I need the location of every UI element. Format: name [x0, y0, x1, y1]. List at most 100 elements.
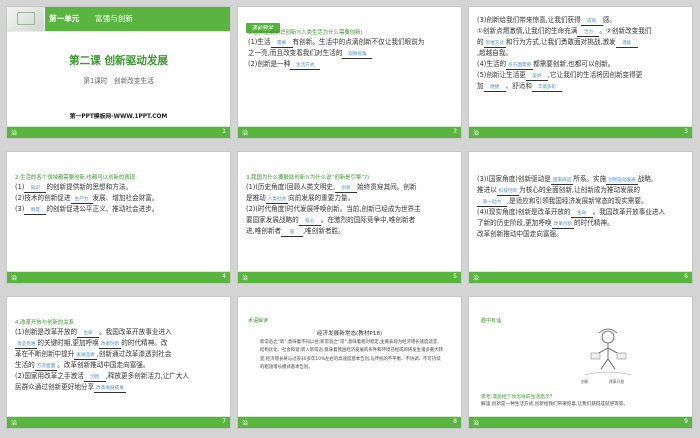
answer-line: (1)创新是改革开放的 生命 。我国改革开放事业进入 — [15, 328, 172, 339]
slide-thumbnail-9[interactable]: 趣中有话 创新 改革开放 思考:漫画给了你怎样的生活启示? 解读:创新是一种生活… — [468, 296, 693, 429]
answer-blank: 生命 — [570, 210, 593, 218]
answer-blank: 生命 — [77, 330, 100, 339]
answer-blank: 需要 — [270, 40, 293, 49]
answer-blank: 科技创新 — [496, 189, 520, 196]
answer-blank: 人类社会 — [265, 197, 289, 205]
slide-thumbnail-4[interactable]: 2.生活的各个领域都需要创新,也都可以创新的表现 (1) 知识 的创新提供新的思想和… — [6, 151, 231, 284]
slide-number: 7 — [222, 418, 226, 425]
question-heading: 3.我国为什么要鼓励创新?(为什么说“创新是引擎”?) — [246, 175, 370, 181]
cartoon-caption-right: 改革开放 — [609, 379, 625, 384]
answer-line: (4)(现实角度)创新是改革开放的 生命 。我国改革开放事业进入 — [477, 208, 666, 218]
answer-blank: 潜能 — [615, 40, 638, 48]
answer-line: 改革创新推动中国走向富强。 — [477, 230, 563, 238]
think-question: 思考:漫画给了你怎样的生活启示? — [481, 395, 553, 400]
slide-thumbnail-5[interactable]: 3.我国为什么要鼓励创新?(为什么说“创新是引擎”?) (1)(历史角度)回顾人… — [237, 151, 462, 284]
answer-line: (5)创新让生活更 美好 ,它让我们的生活将因创新变得更 — [477, 70, 643, 81]
answer-blank: 创新驱动发展 — [606, 178, 638, 185]
answer-blank: 改革创新 — [98, 342, 122, 350]
answer-line: 要国家发展战略的 核心 。在激烈的国际竞争中,唯创新者 — [246, 215, 416, 226]
slide-footer: 治 6 — [469, 272, 692, 283]
answer-blank: 国家命运 — [550, 178, 574, 185]
answer-blank: 生产力 — [70, 196, 93, 205]
answer-line: (1) 知识 的创新提供新的思想和方法。 — [15, 183, 133, 194]
answer-blank: 观察视角 — [342, 51, 373, 60]
answer-line: (2)创新是一种 生活方式 — [248, 59, 458, 71]
answer-blank: 创新 — [83, 374, 106, 383]
slide-number: 8 — [453, 418, 457, 425]
slide-thumbnail-6[interactable]: (3)(国家角度)创新驱动是 国家命运 所系。实施 创新驱动发展 战略, 推进以 科技创新… — [468, 151, 693, 284]
divider — [7, 31, 230, 32]
slide-footer: 治 4 — [7, 272, 230, 283]
answer-line: ,超越自我。 — [477, 49, 513, 57]
answer-blank: 美好 — [525, 73, 548, 81]
answer-blank: 生活方式 — [290, 62, 321, 71]
slide-thumbnail-2[interactable]: 课前预学 1.怎样正确认识创新?(人类生活为什么需要创新) (1)生活 需要 有创新… — [237, 6, 462, 139]
answer-blank: 知识 — [24, 185, 47, 194]
slide-thumbnail-1[interactable]: 第一单元 富强与创新 第二课 创新驱动发展 第1课时 创新改变生活 第一PPT模… — [6, 6, 231, 139]
answer-line: 革在不断创新中提升 发展品质 ,创新通过改革渗透到社会 — [15, 350, 172, 361]
answer-line: (1)生活 需要 有创新。生活中的点滴创新不仅让我们眼前为 — [248, 38, 425, 49]
slide-number: 4 — [222, 273, 226, 280]
question-heading: 2.生活的各个领域都需要创新,也都可以创新的表现 — [15, 175, 136, 181]
slide-footer: 治 1 — [7, 127, 230, 138]
answer-blank: 思维方式 — [483, 41, 506, 48]
lesson-subtitle: 第1课时 创新改变生活 — [83, 77, 154, 85]
answer-blank: 发展品质 — [74, 353, 97, 361]
answer-line: (2)(时代角度)时代发展呼唤创新。当前,创新已经成为世界主 — [246, 205, 421, 214]
slide-footer: 治 9 — [469, 417, 692, 428]
slide-footer: 治 5 — [238, 272, 461, 283]
slide-number: 5 — [453, 273, 457, 280]
answer-line: (2)国家用改革之手激活 创新 ,释放更多创新活力,让广大人 — [15, 372, 190, 383]
answer-blank: 核心 — [298, 218, 321, 226]
answer-blank: 便捷 — [483, 84, 506, 92]
slide-number: 2 — [453, 128, 457, 135]
slide-number: 1 — [222, 128, 226, 135]
answer-line: 进,唯创新者强 ,唯创新者胜。 — [246, 226, 345, 237]
banner-image — [7, 7, 45, 31]
answer-line: (3)创新给我们带来惊喜,让我们获得 成就 感。 — [477, 16, 616, 26]
slide-thumbnail-8[interactable]: 术语解读 经济发展新常态(教材P18) 新常态之“新”,意味着不同以往;新常态之… — [237, 296, 462, 429]
unit-title: 富强与创新 — [95, 14, 133, 23]
answer-line: 了新的历史阶段,更加呼唤 改革创新 的时代精神。 — [477, 219, 614, 229]
term-explanation: 新常态之“新”,意味着不同以往;新常态之“常”,意味着相对稳定,主要表现为经济增… — [260, 340, 443, 371]
answer-blank: 改革创新 — [551, 222, 575, 229]
question-heading: 4.改革开放与创新的关系 — [15, 320, 75, 326]
slide-thumbnail-3[interactable]: (3)创新给我们带来惊喜,让我们获得 成就 感。 ①创新点燃激情,让我们的生命充满活… — [468, 6, 693, 139]
slide-number: 3 — [684, 128, 688, 135]
answer-blank: 强 — [281, 229, 304, 237]
answer-blank: 改革发展成果 — [94, 386, 126, 394]
cartoon-illustration — [584, 328, 632, 376]
answer-line: 之一亮,而且改变着我们对生活的 观察视角 — [248, 48, 458, 60]
answer-line: 民群众通过创新更好地分享 改革发展成果 — [15, 383, 126, 394]
answer-blank: 攻坚克难 — [15, 342, 38, 350]
answer-blank: 丰富多彩 — [531, 84, 562, 92]
answer-blank: 多方面需要 — [506, 62, 534, 70]
footer-mark: 治 — [11, 130, 18, 137]
answer-blank: 活力 — [577, 29, 600, 37]
slide-footer: 治 7 — [7, 417, 230, 428]
cartoon-caption-left: 创新 — [581, 379, 589, 384]
slide-footer: 治 2 — [238, 127, 461, 138]
answer-line: 生活的 方方面面 。改革创新推动中国走向富强。 — [15, 361, 150, 372]
section-tag: 术语解读 — [248, 318, 269, 324]
answer-line: 的思维方式 和行为方式,让我们勇敢面对挑战,激发 潜能 — [477, 37, 691, 48]
answer-blank: 第一动力 — [477, 199, 507, 207]
answer-line: ①创新点燃激情,让我们的生命充满 活力 。②创新改变我们 — [477, 27, 652, 37]
answer-blank: 制度 — [24, 207, 47, 216]
slide-thumbnail-7[interactable]: 4.改革开放与创新的关系 (1)创新是改革开放的 生命 。我国改革开放事业进入 攻坚… — [6, 296, 231, 429]
answer-line: (3) 制度 的创新促进公平正义、推动社会进步。 — [15, 205, 159, 216]
slide-number: 6 — [684, 273, 688, 280]
website-credit: 第一PPT模板网-WWW.1PPT.COM — [69, 114, 168, 120]
answer-line: (2)技术的创新促进 生产力 发展、增加社会财富。 — [15, 194, 159, 205]
slide-number: 9 — [684, 418, 688, 425]
question-heading: 1.怎样正确认识创新?(人类生活为什么需要创新) — [248, 30, 363, 36]
unit-label: 第一单元 — [49, 14, 80, 23]
answer-line: (1)(历史角度)回顾人类文明史, 创新 始终贯穿其间。创新 — [246, 183, 417, 194]
answer-blank: 创新 — [335, 185, 358, 194]
answer-line: (3)(国家角度)创新驱动是 国家命运 所系。实施 创新驱动发展 战略, — [477, 175, 654, 185]
slide-footer: 治 3 — [469, 127, 692, 138]
answer-blank: 成就 — [580, 18, 603, 26]
answer-line: 第一动力 ,是适应和引领我国经济发展新常态的现实需要。 — [477, 196, 691, 207]
answer-blank: 方方面面 — [34, 364, 58, 372]
answer-line: 推进以 科技创新 为核心的全面创新,让创新成为推动发展的 — [477, 186, 640, 196]
